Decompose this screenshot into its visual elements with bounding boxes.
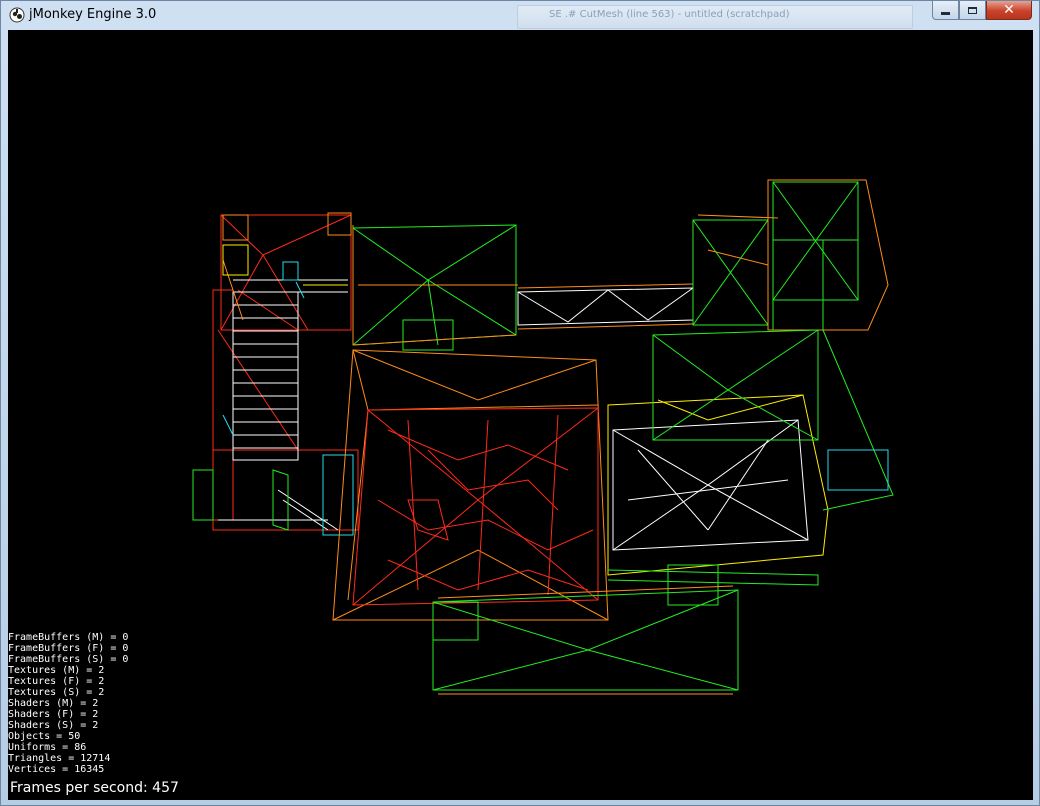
app-window: jMonkey Engine 3.0 SE .# CutMesh (line 5… xyxy=(0,0,1040,806)
stat-line: FrameBuffers (F) = 0 xyxy=(8,643,129,654)
window-controls: ✕ xyxy=(932,1,1032,21)
background-window-title: SE .# CutMesh (line 563) - untitled (scr… xyxy=(549,9,790,20)
stats-overlay: FrameBuffers (M) = 0 FrameBuffers (F) = … xyxy=(8,632,128,775)
window-title: jMonkey Engine 3.0 xyxy=(29,7,157,22)
minimize-icon xyxy=(941,12,950,15)
left-tower-highlight xyxy=(222,244,348,286)
stat-line: Shaders (F) = 2 xyxy=(8,709,99,720)
jmonkey-logo-icon xyxy=(9,7,25,23)
fps-counter: Frames per second: 457 xyxy=(10,780,179,796)
stat-line: Objects = 50 xyxy=(8,731,81,742)
stat-line: FrameBuffers (S) = 0 xyxy=(8,654,129,665)
wireframe-scene xyxy=(192,179,894,695)
staircase-wireframe xyxy=(218,279,348,531)
stat-line: Textures (S) = 2 xyxy=(8,687,105,698)
maximize-button[interactable] xyxy=(959,1,986,20)
title-bar[interactable]: jMonkey Engine 3.0 SE .# CutMesh (line 5… xyxy=(1,1,1039,30)
upper-right-tower xyxy=(692,181,859,331)
minimize-button[interactable] xyxy=(932,1,959,20)
stat-line: Textures (M) = 2 xyxy=(8,665,105,676)
maximize-icon xyxy=(968,6,977,14)
stat-line: Uniforms = 86 xyxy=(8,742,87,753)
courtyard-floor xyxy=(352,407,599,606)
right-courtyard-green xyxy=(607,329,894,586)
left-tower-accent xyxy=(222,212,354,330)
stat-line: Vertices = 16345 xyxy=(8,764,105,775)
courtyard-outer xyxy=(332,349,609,621)
stat-line: Triangles = 12714 xyxy=(8,753,111,764)
upper-block-wireframe xyxy=(352,224,517,351)
bridge-wireframe xyxy=(517,287,694,326)
close-icon: ✕ xyxy=(1003,2,1015,18)
stat-line: Shaders (S) = 2 xyxy=(8,720,99,731)
left-tower-green xyxy=(192,469,289,531)
stat-line: FrameBuffers (M) = 0 xyxy=(8,632,129,643)
stat-line: Textures (F) = 2 xyxy=(8,676,105,687)
upper-right-tower-edges xyxy=(697,179,889,331)
stat-line: Shaders (M) = 2 xyxy=(8,698,99,709)
close-button[interactable]: ✕ xyxy=(986,1,1032,20)
right-courtyard-cyan xyxy=(827,449,889,491)
render-viewport[interactable]: FrameBuffers (M) = 0 FrameBuffers (F) = … xyxy=(8,30,1033,800)
